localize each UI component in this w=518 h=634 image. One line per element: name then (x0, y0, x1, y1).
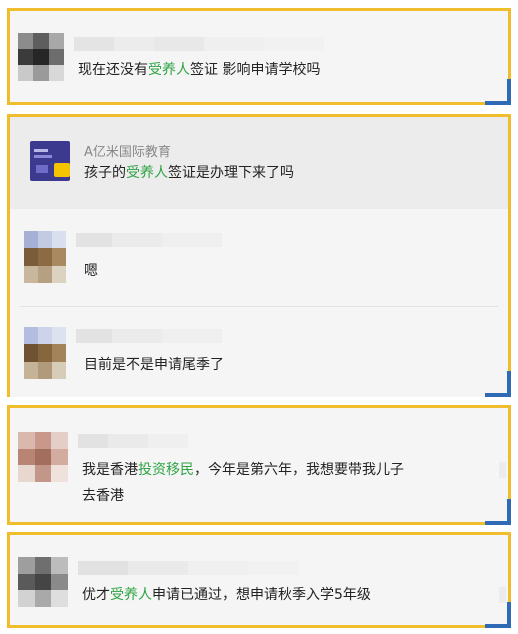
avatar (18, 432, 68, 482)
reply-2: 目前是不是申请尾季了 (10, 307, 508, 397)
avatar (18, 557, 68, 607)
comment-text: 优才受养人申请已通过，想申请秋季入学5年级 (82, 587, 371, 603)
corner-mark (485, 499, 511, 525)
avatar (24, 231, 66, 283)
corner-mark (485, 79, 511, 105)
comment-text-line2: 去香港 (82, 488, 124, 504)
avatar (18, 33, 64, 81)
username-blur (78, 434, 188, 448)
brand-logo-icon (30, 141, 70, 181)
username-blur (76, 233, 222, 247)
quote-author: A亿米国际教育 (84, 145, 171, 160)
reply-1: 嗯 (10, 209, 508, 307)
reply-text: 目前是不是申请尾季了 (84, 357, 224, 373)
comment-card-1: 现在还没有受养人签证 影响申请学校吗 (7, 8, 511, 105)
username-blur (74, 37, 324, 51)
comment-text: 现在还没有受养人签证 影响申请学校吗 (78, 62, 321, 78)
comment-card-4: 优才受养人申请已通过，想申请秋季入学5年级 (7, 532, 511, 628)
username-blur (78, 561, 298, 575)
quoted-comment: A亿米国际教育 孩子的受养人签证是办理下来了吗 (10, 117, 508, 209)
truncated-edge (499, 462, 506, 478)
reply-text: 嗯 (84, 263, 98, 279)
corner-mark (485, 602, 511, 628)
corner-mark (485, 371, 511, 397)
avatar (24, 327, 66, 379)
comment-text: 我是香港投资移民，今年是第六年，我想要带我儿子 (82, 462, 404, 478)
comment-card-3: 我是香港投资移民，今年是第六年，我想要带我儿子 去香港 (7, 405, 511, 525)
username-blur (76, 329, 222, 343)
quote-text: 孩子的受养人签证是办理下来了吗 (84, 165, 294, 181)
comment-card-2: A亿米国际教育 孩子的受养人签证是办理下来了吗 嗯 目前是不是申请尾季了 (7, 114, 511, 397)
truncated-edge (499, 587, 506, 603)
